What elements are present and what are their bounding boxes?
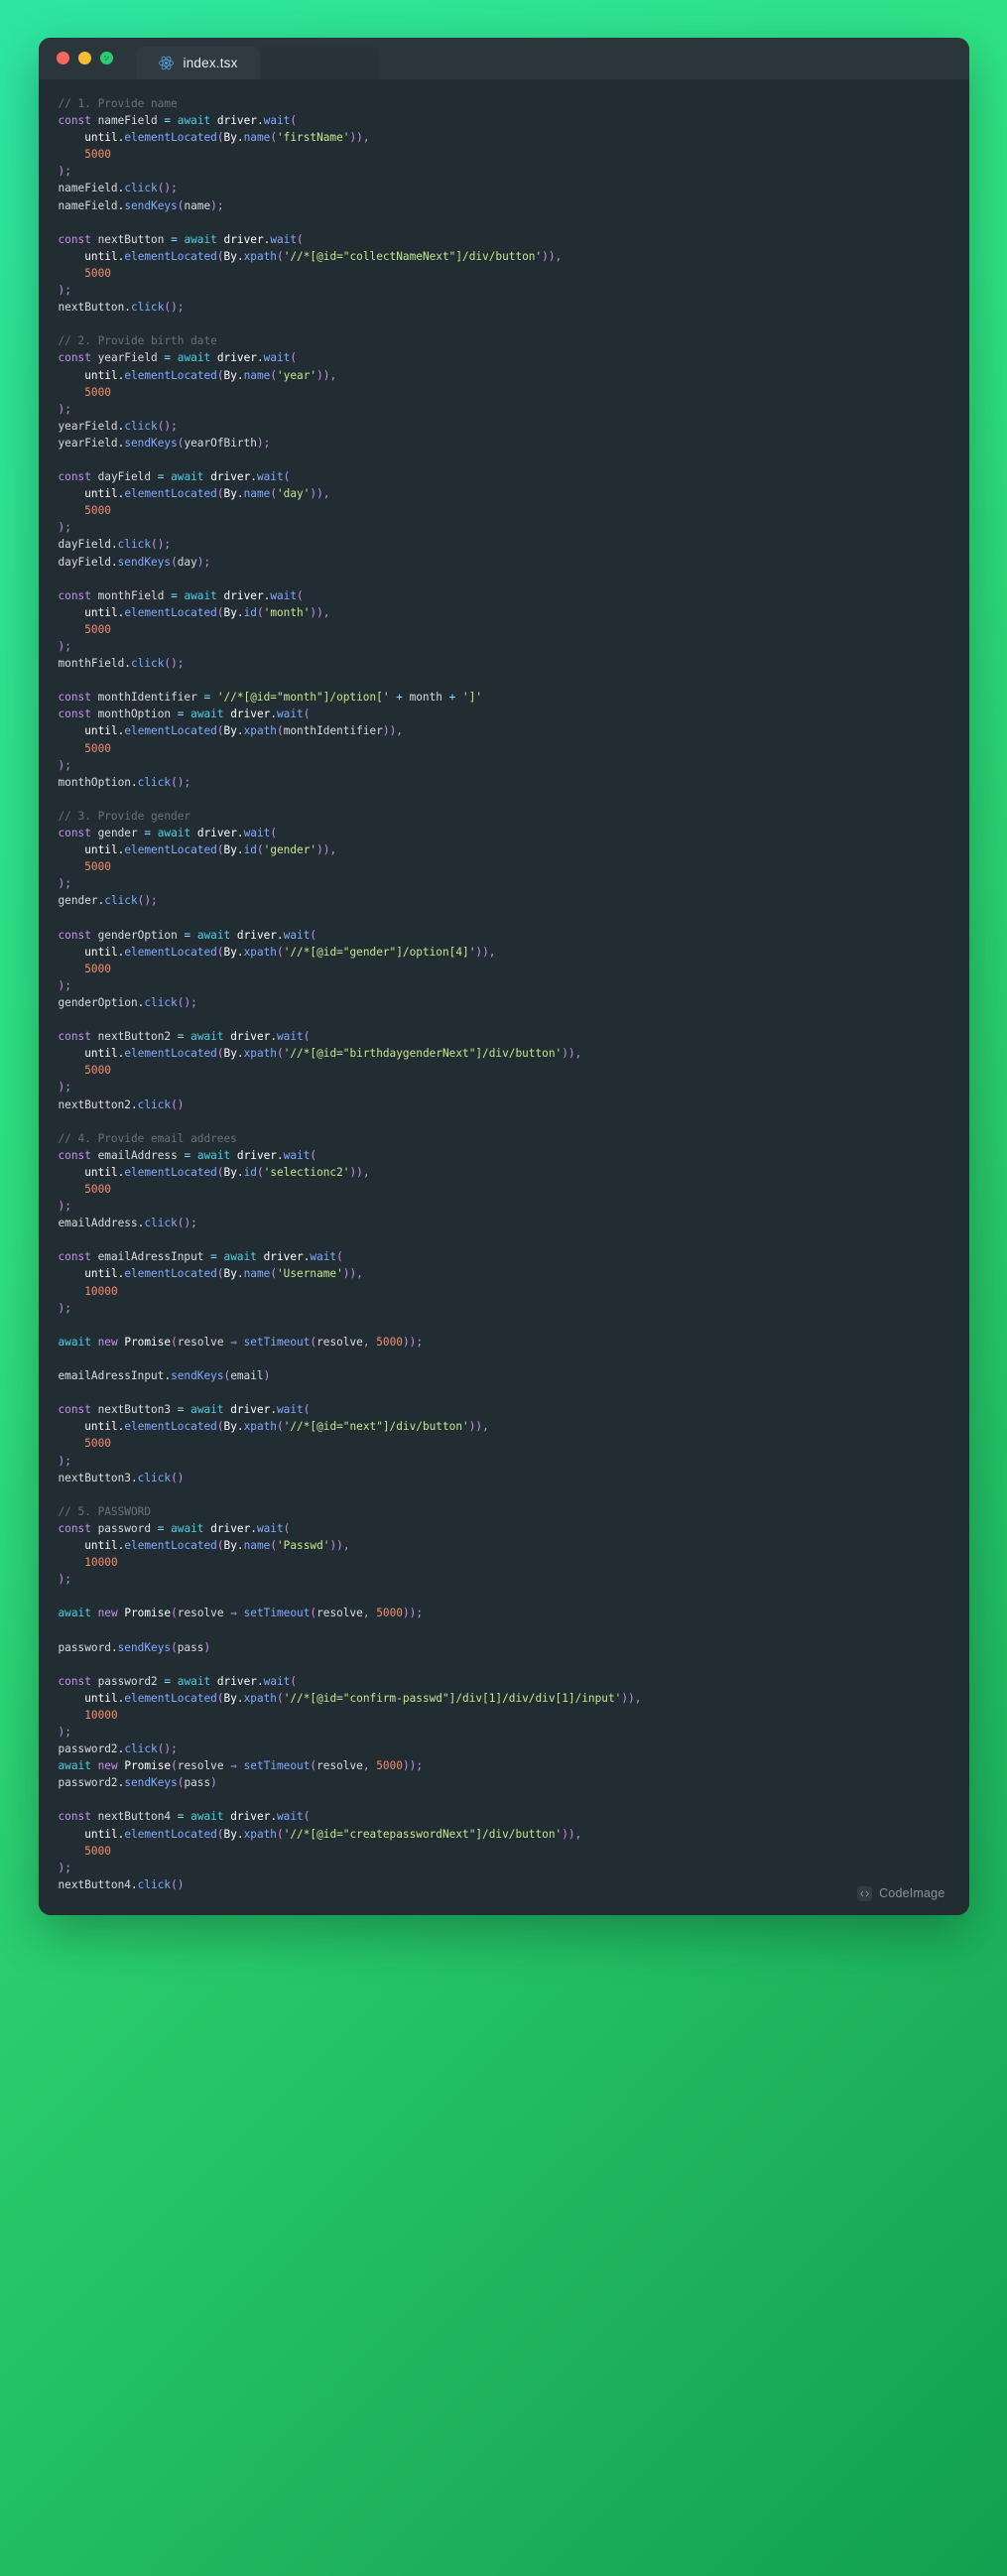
minimize-button[interactable] <box>77 51 91 64</box>
code-editor-area: // 1. Provide name const nameField = awa… <box>38 79 969 1915</box>
watermark-label: CodeImage <box>879 1886 945 1901</box>
code-window: index.tsx // 1. Provide name const nameF… <box>38 38 969 1915</box>
close-button[interactable] <box>56 51 69 64</box>
maximize-button[interactable] <box>99 51 113 64</box>
react-icon <box>158 55 175 71</box>
tab-label: index.tsx <box>183 56 238 70</box>
tab-index-tsx[interactable]: index.tsx <box>135 47 260 79</box>
codeimage-logo-icon <box>857 1885 873 1901</box>
tab-strip-filler <box>259 47 379 79</box>
source-code[interactable]: // 1. Provide name const nameField = awa… <box>39 95 969 1893</box>
tab-strip: index.tsx <box>135 38 379 79</box>
window-titlebar: index.tsx <box>38 38 969 79</box>
traffic-light-group <box>56 38 113 79</box>
watermark: CodeImage <box>857 1885 945 1901</box>
